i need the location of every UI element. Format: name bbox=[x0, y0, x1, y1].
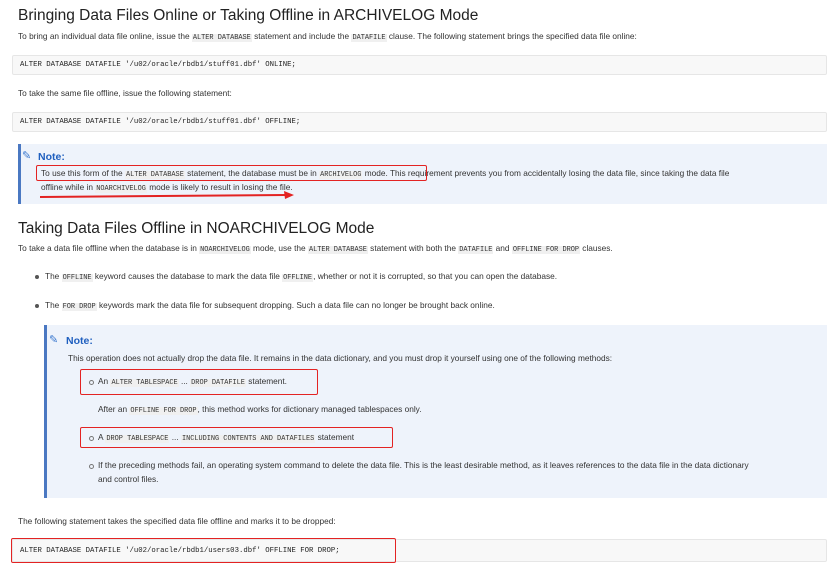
method-os-command-line1: If the preceding methods fail, an operat… bbox=[98, 460, 749, 470]
bullet-for-drop: The FOR DROP keywords mark the data file… bbox=[45, 300, 495, 311]
bullet-dot bbox=[35, 275, 39, 279]
note-heading: Note: bbox=[38, 151, 65, 163]
note-intro-text: This operation does not actually drop th… bbox=[68, 353, 613, 363]
code-block-online: ALTER DATABASE DATAFILE '/u02/oracle/rbd… bbox=[12, 55, 827, 75]
annotation-redbox-code bbox=[11, 538, 396, 563]
method1-subtext: After an OFFLINE FOR DROP, this method w… bbox=[98, 404, 422, 415]
bullet-dot bbox=[35, 304, 39, 308]
method-os-command-line2: and control files. bbox=[98, 474, 159, 484]
bullet-offline-keyword: The OFFLINE keyword causes the database … bbox=[45, 271, 558, 282]
circle-bullet bbox=[89, 464, 94, 469]
annotation-redbox-note bbox=[36, 165, 427, 181]
section1-title: Bringing Data Files Online or Taking Off… bbox=[18, 7, 479, 24]
section2-title: Taking Data Files Offline in NOARCHIVELO… bbox=[18, 220, 375, 237]
final-text: The following statement takes the specif… bbox=[18, 516, 336, 526]
annotation-redbox-method2 bbox=[80, 427, 393, 448]
pencil-icon: ✎ bbox=[49, 334, 59, 346]
note-heading: Note: bbox=[66, 335, 93, 347]
annotation-arrow bbox=[40, 191, 294, 199]
pencil-icon: ✎ bbox=[22, 150, 32, 162]
offline-intro-text: To take the same file offline, issue the… bbox=[18, 88, 232, 98]
section2-intro: To take a data file offline when the dat… bbox=[18, 243, 613, 254]
section1-intro: To bring an individual data file online,… bbox=[18, 31, 637, 42]
annotation-redbox-method1 bbox=[80, 369, 318, 395]
code-block-offline: ALTER DATABASE DATAFILE '/u02/oracle/rbd… bbox=[12, 112, 827, 132]
